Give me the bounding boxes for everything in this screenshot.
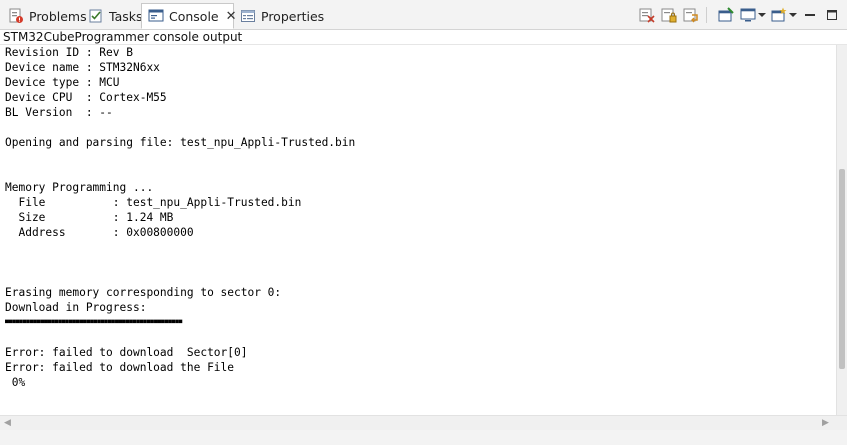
console-icon (148, 8, 164, 24)
display-console-icon[interactable] (739, 6, 757, 24)
tab-label: Console (169, 8, 219, 24)
vertical-scrollbar[interactable] (836, 45, 847, 415)
tab-label: Tasks (109, 8, 143, 24)
status-strip (0, 430, 847, 445)
properties-icon (240, 8, 256, 24)
pin-console-icon[interactable] (717, 6, 735, 24)
maximize-icon[interactable] (823, 6, 841, 24)
console-title: STM32CubeProgrammer console output (0, 30, 847, 45)
console-line: Erasing memory corresponding to sector 0… (5, 286, 282, 299)
new-console-icon[interactable] (770, 6, 788, 24)
view-tab-bar: Problems Tasks Console ✕ Properties (0, 0, 847, 30)
console-line: Device CPU : Cortex-M55 (5, 91, 167, 104)
console-output[interactable]: Revision ID : Rev B Device name : STM32N… (0, 45, 836, 415)
chevron-down-icon[interactable] (757, 6, 766, 24)
horizontal-scrollbar[interactable]: ◀ ▶ (0, 415, 847, 430)
console-line: Memory Programming ... (5, 181, 154, 194)
tab-label: Problems (29, 8, 87, 24)
toolbar-separator (706, 7, 707, 23)
tab-label: Properties (261, 8, 325, 24)
tasks-icon (88, 8, 104, 24)
tab-properties[interactable]: Properties (234, 3, 330, 29)
word-wrap-icon[interactable] (682, 6, 700, 24)
console-line: Device name : STM32N6xx (5, 61, 160, 74)
tab-tasks[interactable]: Tasks (82, 3, 149, 29)
tab-console[interactable]: Console ✕ (141, 3, 237, 29)
console-line: Revision ID : Rev B (5, 46, 133, 59)
console-line: Address : 0x00800000 (5, 226, 194, 239)
console-line: BL Version : -- (5, 106, 113, 119)
console-line: Error: failed to download Sector[0] (5, 346, 248, 359)
console-line: Error: failed to download the File (5, 361, 235, 374)
problems-icon (8, 8, 24, 24)
scrollbar-thumb[interactable] (839, 169, 845, 369)
console-toolbar (634, 6, 841, 24)
chevron-down-icon[interactable] (788, 6, 797, 24)
scroll-left-icon[interactable]: ◀ (4, 418, 11, 428)
console-line: 0% (5, 376, 26, 389)
progress-line: ■■■■■■■■■■■■■■■■■■■■■■■■■■■■■■■■■■■■■■■■… (5, 319, 183, 325)
console-line: Download in Progress: (5, 301, 147, 314)
clear-console-icon[interactable] (638, 6, 656, 24)
console-line: Device type : MCU (5, 76, 120, 89)
console-line: Opening and parsing file: test_npu_Appli… (5, 136, 356, 149)
scroll-right-icon[interactable]: ▶ (822, 418, 829, 428)
console-line: File : test_npu_Appli-Trusted.bin (5, 196, 302, 209)
console-line: Size : 1.24 MB (5, 211, 174, 224)
minimize-icon[interactable] (801, 6, 819, 24)
tab-problems[interactable]: Problems (2, 3, 93, 29)
scroll-lock-icon[interactable] (660, 6, 678, 24)
